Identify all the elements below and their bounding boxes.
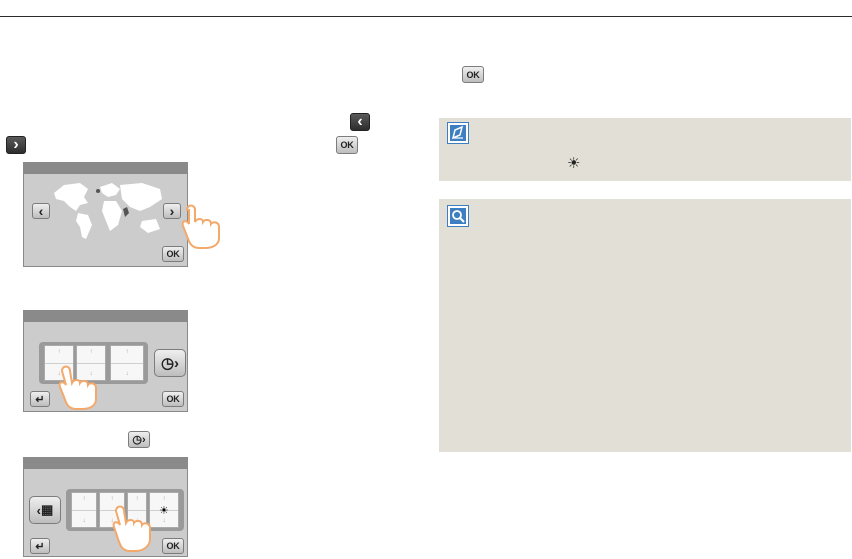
time-next-button[interactable]: ◷ › xyxy=(154,349,186,377)
memo-icon xyxy=(448,123,468,143)
sun-icon: ☀ xyxy=(567,155,581,172)
time-ok-button[interactable]: OK xyxy=(162,538,184,554)
chevron-right-icon: › xyxy=(174,354,180,372)
hand-pointer-icon xyxy=(112,505,151,552)
back-button[interactable]: ↵ xyxy=(30,391,50,407)
chevron-right-icon: › xyxy=(141,433,146,446)
clock-icon: ◷ xyxy=(132,434,142,446)
tip-box xyxy=(439,199,851,452)
note-box: ☀ xyxy=(439,118,851,181)
hand-pointer-icon xyxy=(58,365,97,410)
left-arrow-inline-icon: ‹ xyxy=(350,113,370,131)
back-button[interactable]: ↵ xyxy=(30,538,50,554)
calendar-icon: ▦ xyxy=(41,502,54,517)
magnifier-icon xyxy=(448,206,468,226)
screen-header-bar xyxy=(24,311,187,322)
sun-icon: ☀ xyxy=(159,505,169,517)
date-setting-screen: ↑ ↓ ↑ ↓ ↑ ↓ ◷ › ↵ OK xyxy=(23,310,188,412)
time-setting-screen: ‹▦ ↑↓ ↑↓ ↑↓ ↑↓☀ ↵ OK xyxy=(23,457,188,557)
screen-header-bar xyxy=(24,458,187,469)
spinner-field[interactable]: ↑↓ xyxy=(71,492,97,528)
map-right-button[interactable]: › xyxy=(163,203,181,219)
spinner-field[interactable]: ↑↓ xyxy=(110,345,144,381)
hand-pointer-icon xyxy=(181,204,220,249)
ok-inline-icon: OK xyxy=(336,136,358,154)
header-rule xyxy=(0,16,852,17)
clock-icon: ◷ xyxy=(160,355,175,372)
map-left-button[interactable]: ‹ xyxy=(32,203,50,219)
date-ok-button[interactable]: OK xyxy=(162,391,184,407)
screen-header-bar xyxy=(24,163,187,174)
right-arrow-inline-icon: › xyxy=(6,136,26,154)
world-map-screen: ‹ › OK xyxy=(23,162,188,267)
ok-inline-icon: OK xyxy=(462,66,484,83)
clock-inline-icon: ◷ › xyxy=(128,431,150,448)
world-map-image xyxy=(54,183,162,239)
calendar-back-button[interactable]: ‹ ▦ xyxy=(29,496,61,524)
